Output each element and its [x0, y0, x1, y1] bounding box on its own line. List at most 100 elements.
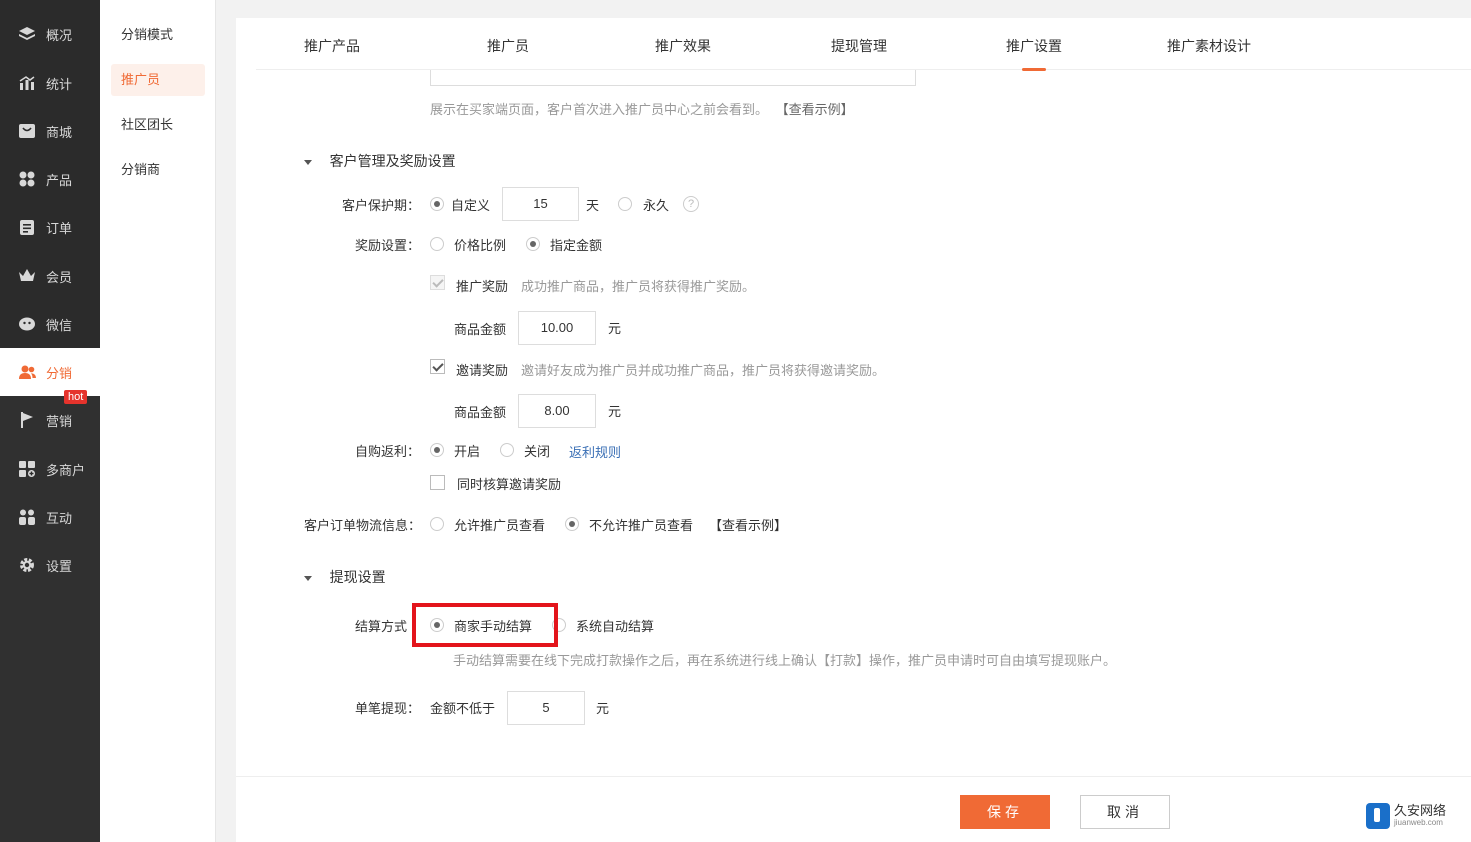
- highlight-box: [412, 603, 558, 647]
- promo-amount-unit: 元: [608, 321, 622, 336]
- main-nav: 概况 统计 商城 产品 订单 会员 微信 分销 hot 营销 多商户 互动 设置: [0, 0, 100, 842]
- submenu-item-community-leader[interactable]: 社区团长: [111, 109, 205, 141]
- promo-reward-desc: 成功推广商品，推广员将获得推广奖励。: [521, 279, 756, 294]
- min-amount-label: 金额不低于: [430, 701, 496, 716]
- rebate-off-label: 关闭: [524, 444, 551, 459]
- sub-menu: 分销模式 推广员 社区团长 分销商: [100, 0, 216, 842]
- rebate-invite-label: 同时核算邀请奖励: [457, 477, 562, 492]
- section-withdraw-title: 提现设置: [329, 569, 386, 585]
- nav-item-label: 分销: [46, 365, 73, 381]
- nav-item-label: 微信: [46, 317, 73, 333]
- promo-amount-input[interactable]: 10.00: [518, 311, 596, 345]
- nav-item-marketing[interactable]: hot 营销: [0, 390, 100, 444]
- flag-icon: [18, 411, 36, 429]
- nav-item-distribution[interactable]: 分销: [0, 348, 100, 396]
- tab-withdraw-management[interactable]: 提现管理: [831, 36, 887, 56]
- reward-fixed-label: 指定金额: [550, 238, 603, 253]
- rebate-invite-checkbox[interactable]: [430, 475, 445, 490]
- protect-forever-label: 永久: [643, 198, 670, 213]
- invite-amount-input[interactable]: 8.00: [518, 394, 596, 428]
- protect-custom-radio[interactable]: [430, 197, 444, 211]
- wechat-icon: [18, 315, 36, 333]
- nav-item-label: 商城: [46, 124, 73, 140]
- min-amount-unit: 元: [596, 701, 610, 716]
- reward-fixed-radio[interactable]: [526, 237, 540, 251]
- tab-promo-effect[interactable]: 推广效果: [655, 36, 711, 56]
- nav-item-members[interactable]: 会员: [0, 252, 100, 300]
- promo-goods-amount-label: 商品金额: [454, 322, 507, 337]
- chart-icon: [18, 74, 36, 92]
- tab-bar: 推广产品 推广员 推广效果 提现管理 推广设置 推广素材设计: [256, 18, 1471, 71]
- invite-reward-checkbox[interactable]: [430, 359, 445, 374]
- settle-method-label: 结算方式: [355, 619, 408, 634]
- grid-icon: [18, 170, 36, 188]
- protect-forever-radio[interactable]: [618, 197, 632, 211]
- rebate-rule-link[interactable]: 返利规则: [569, 442, 621, 461]
- section-withdraw-header[interactable]: 提现设置: [304, 567, 386, 587]
- tab-promo-settings[interactable]: 推广设置: [1006, 36, 1062, 71]
- nav-item-interaction[interactable]: 互动: [0, 493, 100, 541]
- reward-ratio-radio[interactable]: [430, 237, 444, 251]
- submenu-item-promoter[interactable]: 推广员: [111, 64, 205, 96]
- logistics-label: 客户订单物流信息：: [304, 518, 422, 533]
- nav-item-wechat[interactable]: 微信: [0, 300, 100, 348]
- logistics-allow-radio[interactable]: [430, 517, 444, 531]
- reward-ratio-label: 价格比例: [454, 238, 507, 253]
- reward-setting-label: 奖励设置：: [355, 238, 421, 253]
- tab-promoters[interactable]: 推广员: [487, 36, 529, 56]
- min-amount-input[interactable]: 5: [507, 691, 585, 725]
- help-icon[interactable]: ?: [683, 196, 699, 212]
- crown-icon: [18, 267, 36, 285]
- nav-item-store[interactable]: 商城: [0, 107, 100, 155]
- rebate-label: 自购返利：: [355, 444, 421, 459]
- nav-item-multi-merchant[interactable]: 多商户: [0, 445, 100, 493]
- logistics-allow-label: 允许推广员查看: [454, 518, 546, 533]
- nav-item-orders[interactable]: 订单: [0, 203, 100, 251]
- intro-textarea[interactable]: [430, 70, 916, 86]
- promo-reward-label: 推广奖励: [456, 279, 509, 294]
- cancel-button[interactable]: 取消: [1080, 795, 1170, 829]
- single-withdraw-label: 单笔提现：: [355, 701, 421, 716]
- promo-reward-checkbox[interactable]: [430, 275, 445, 290]
- rebate-off-radio[interactable]: [500, 443, 514, 457]
- nav-item-products[interactable]: 产品: [0, 155, 100, 203]
- caret-down-icon: [304, 576, 312, 582]
- invite-amount-unit: 元: [608, 404, 622, 419]
- shop-plus-icon: [18, 460, 36, 478]
- section-customer-title: 客户管理及奖励设置: [329, 153, 456, 169]
- settle-auto-label: 系统自动结算: [576, 619, 655, 634]
- logistics-deny-radio[interactable]: [565, 517, 579, 531]
- people-icon: [18, 508, 36, 526]
- intro-example-link[interactable]: 【查看示例】: [776, 102, 854, 117]
- rebate-on-radio[interactable]: [430, 443, 444, 457]
- protect-custom-label: 自定义: [451, 198, 491, 213]
- tab-promo-products[interactable]: 推广产品: [304, 36, 360, 56]
- save-button[interactable]: 保存: [960, 795, 1050, 829]
- invite-goods-amount-label: 商品金额: [454, 405, 507, 420]
- footer-bar: 保存 取消: [236, 776, 1471, 842]
- nav-item-label: 设置: [46, 558, 73, 574]
- settle-desc: 手动结算需要在线下完成打款操作之后，再在系统进行线上确认【打款】操作，推广员申请…: [453, 653, 1117, 668]
- nav-item-stats[interactable]: 统计: [0, 59, 100, 107]
- nav-item-label: 互动: [46, 510, 73, 526]
- protect-period-label: 客户保护期：: [342, 198, 421, 213]
- watermark-domain: jiuanweb.com: [1394, 818, 1443, 827]
- protect-days-unit: 天: [586, 198, 600, 213]
- layers-icon: [18, 25, 36, 43]
- hot-badge: hot: [64, 390, 88, 404]
- intro-hint: 展示在买家端页面，客户首次进入推广员中心之前会看到。 【查看示例】: [430, 99, 854, 118]
- protect-days-input[interactable]: 15: [502, 187, 579, 221]
- invite-reward-desc: 邀请好友成为推广员并成功推广商品，推广员将获得邀请奖励。: [521, 363, 886, 378]
- section-customer-header[interactable]: 客户管理及奖励设置: [304, 151, 456, 171]
- watermark-logo-icon: [1366, 803, 1390, 829]
- logistics-example-link[interactable]: 【查看示例】: [709, 515, 787, 534]
- nav-item-label: 概况: [46, 27, 73, 43]
- nav-item-label: 统计: [46, 76, 73, 92]
- nav-item-settings[interactable]: 设置: [0, 541, 100, 589]
- users-icon: [18, 363, 36, 381]
- submenu-item-mode[interactable]: 分销模式: [111, 19, 205, 51]
- nav-item-overview[interactable]: 概况: [0, 10, 100, 58]
- main-panel: 推广产品 推广员 推广效果 提现管理 推广设置 推广素材设计 展示在买家端页面，…: [236, 18, 1471, 842]
- submenu-item-distributor[interactable]: 分销商: [111, 154, 205, 186]
- tab-promo-material-design[interactable]: 推广素材设计: [1167, 36, 1251, 56]
